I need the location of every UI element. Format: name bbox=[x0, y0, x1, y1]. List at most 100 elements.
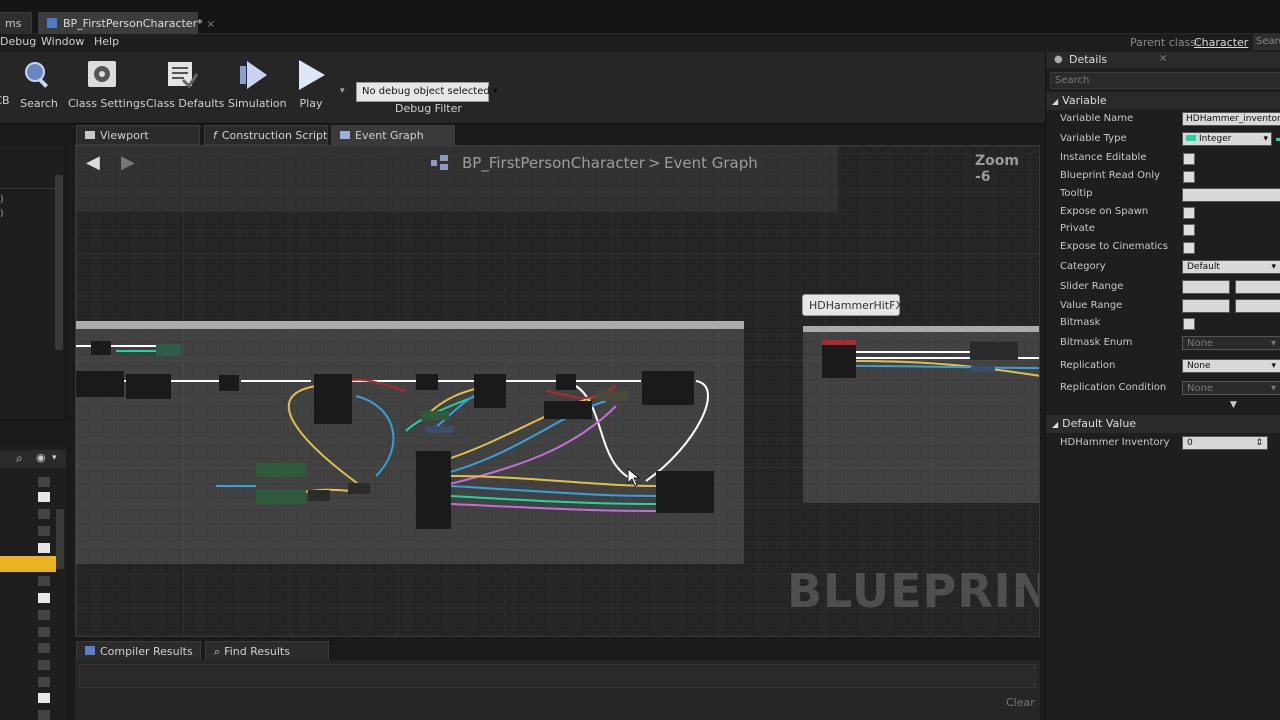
class-defaults-icon bbox=[168, 62, 199, 89]
simulation-icon bbox=[240, 61, 267, 89]
toolbar-button-label: Class Settings bbox=[68, 97, 146, 110]
slider-range-max-input[interactable] bbox=[1235, 280, 1280, 294]
eye-icon[interactable] bbox=[38, 643, 50, 653]
eye-icon[interactable]: ◉ bbox=[36, 451, 46, 464]
advanced-expand-icon[interactable]: ▼ bbox=[1230, 400, 1237, 410]
menu-help[interactable]: Help bbox=[94, 35, 119, 48]
eye-icon[interactable] bbox=[38, 660, 50, 670]
eye-icon[interactable] bbox=[38, 677, 50, 687]
tab-label: Construction Script bbox=[221, 129, 328, 142]
blueprint-read-only-checkbox[interactable] bbox=[1183, 171, 1195, 183]
eye-icon[interactable] bbox=[38, 710, 50, 720]
eye-icon[interactable] bbox=[38, 576, 50, 586]
close-icon[interactable]: × bbox=[1159, 53, 1167, 64]
tab-label: BP_FirstPersonCharacter* bbox=[63, 17, 203, 30]
toolbar-simulation-button[interactable]: Simulation bbox=[228, 58, 287, 118]
eye-icon[interactable] bbox=[38, 593, 50, 603]
debug-filter-label: Debug Filter bbox=[395, 102, 462, 115]
chevron-down-icon: ▾ bbox=[1270, 383, 1276, 394]
menu-debug[interactable]: Debug bbox=[0, 35, 36, 48]
parent-class-link[interactable]: Character bbox=[1194, 36, 1248, 49]
clear-button[interactable]: Clear bbox=[1006, 696, 1035, 709]
toolbar-button-label: Simulation bbox=[228, 97, 287, 110]
replication-value: None bbox=[1187, 361, 1211, 371]
variable-name-input[interactable]: HDHammer_inventory bbox=[1182, 112, 1280, 126]
play-options-chevron-icon[interactable]: ▾ bbox=[340, 86, 345, 96]
section-variable[interactable]: ◢ Variable bbox=[1046, 92, 1280, 110]
toolbar-button-label: Class Defaults bbox=[146, 97, 225, 110]
toolbar-search-button[interactable]: Search bbox=[20, 58, 58, 118]
scrollbar[interactable] bbox=[56, 509, 64, 569]
toolbar-class-defaults-button[interactable]: Class Defaults bbox=[146, 58, 225, 118]
expose-to-cinematics-label: Expose to Cinematics bbox=[1060, 241, 1168, 252]
toolbar-class-settings-button[interactable]: Class Settings bbox=[68, 58, 146, 118]
replication-select[interactable]: None ▾ bbox=[1182, 359, 1280, 373]
event-graph-canvas[interactable]: ◀ ▶ BP_FirstPersonCharacter > Event Grap… bbox=[75, 145, 1040, 637]
eye-icon[interactable] bbox=[38, 627, 50, 637]
details-tab-label[interactable]: Details bbox=[1069, 53, 1107, 66]
bitmask-enum-value: None bbox=[1187, 338, 1214, 349]
graph-icon bbox=[340, 131, 350, 139]
variable-type-select[interactable]: Integer ▾ bbox=[1182, 132, 1272, 146]
search-icon bbox=[25, 62, 49, 88]
private-checkbox[interactable] bbox=[1183, 224, 1195, 236]
category-select[interactable]: Default ▾ bbox=[1182, 260, 1280, 274]
expose-on-spawn-checkbox[interactable] bbox=[1183, 207, 1195, 219]
editor-tab-bar: Viewport f Construction Script Event Grap… bbox=[75, 124, 1040, 145]
menu-bar: Debug Window Help bbox=[0, 34, 1045, 52]
bottom-tab-bar: Compiler Results ⌕ Find Results bbox=[75, 640, 1040, 661]
tab-previous[interactable]: ms bbox=[0, 12, 32, 34]
eye-icon[interactable] bbox=[38, 509, 50, 519]
details-search-input[interactable]: Search bbox=[1050, 72, 1280, 89]
bitmask-enum-select[interactable]: None ▾ bbox=[1182, 336, 1280, 350]
selected-variable-row[interactable] bbox=[0, 556, 56, 572]
tab-label: Find Results bbox=[224, 645, 290, 658]
eye-icon[interactable] bbox=[38, 610, 50, 620]
chevron-down-icon: ▾ bbox=[1271, 361, 1276, 371]
left-panel-bottom: ⌕ ◉ ▾ bbox=[0, 447, 66, 720]
tab-compiler-results[interactable]: Compiler Results bbox=[76, 641, 201, 661]
value-range-min-input[interactable] bbox=[1182, 299, 1230, 313]
menu-window[interactable]: Window bbox=[41, 35, 84, 48]
tab-viewport[interactable]: Viewport bbox=[76, 125, 200, 145]
spin-arrows-icon: ⇕ bbox=[1255, 438, 1263, 448]
eye-icon[interactable] bbox=[38, 492, 50, 502]
chevron-down-icon: ◢ bbox=[1052, 420, 1059, 429]
default-value-input[interactable]: 0 ⇕ bbox=[1182, 436, 1268, 450]
tab-bp-first-person-character[interactable]: BP_FirstPersonCharacter* × bbox=[38, 12, 215, 34]
replication-condition-select[interactable]: None ▾ bbox=[1182, 381, 1280, 395]
slider-range-min-input[interactable] bbox=[1182, 280, 1230, 294]
private-label: Private bbox=[1060, 223, 1095, 234]
bitmask-checkbox[interactable] bbox=[1183, 318, 1195, 330]
document-tab-strip: ms BP_FirstPersonCharacter* × bbox=[0, 0, 1280, 34]
chevron-down-icon: ▾ bbox=[492, 86, 498, 97]
viewport-icon bbox=[85, 131, 95, 139]
tab-event-graph[interactable]: Event Graph bbox=[331, 125, 455, 145]
bitmask-enum-label: Bitmask Enum bbox=[1060, 337, 1133, 348]
search-icon[interactable]: ⌕ bbox=[16, 451, 23, 466]
compiler-results-panel: Clear bbox=[75, 660, 1040, 720]
tab-label: Event Graph bbox=[355, 129, 424, 142]
eye-icon[interactable] bbox=[38, 477, 50, 487]
toolbar-play-button[interactable]: Play bbox=[290, 58, 332, 118]
eye-icon[interactable] bbox=[38, 693, 50, 703]
section-default-value[interactable]: ◢ Default Value bbox=[1046, 415, 1280, 433]
chevron-down-icon[interactable]: ▾ bbox=[52, 453, 57, 463]
scrollbar[interactable] bbox=[55, 175, 63, 350]
toolbar-cb-button[interactable]: CB bbox=[0, 58, 12, 118]
eye-icon[interactable] bbox=[38, 526, 50, 536]
instance-editable-label: Instance Editable bbox=[1060, 152, 1147, 163]
value-range-max-input[interactable] bbox=[1235, 299, 1280, 313]
expose-to-cinematics-checkbox[interactable] bbox=[1183, 242, 1195, 254]
toolbar-button-label: Play bbox=[299, 97, 323, 110]
tab-construction-script[interactable]: f Construction Script bbox=[204, 125, 328, 145]
debug-select-value: No debug object selected bbox=[362, 86, 490, 97]
parent-search-input[interactable]: Searc bbox=[1253, 34, 1280, 50]
tab-find-results[interactable]: ⌕ Find Results bbox=[205, 641, 329, 661]
blueprint-read-only-label: Blueprint Read Only bbox=[1060, 170, 1161, 181]
close-icon[interactable]: × bbox=[207, 19, 215, 30]
tooltip-input[interactable] bbox=[1182, 188, 1280, 202]
debug-object-select[interactable]: No debug object selected ▾ bbox=[356, 82, 498, 102]
eye-icon[interactable] bbox=[38, 543, 50, 553]
instance-editable-checkbox[interactable] bbox=[1183, 153, 1195, 165]
